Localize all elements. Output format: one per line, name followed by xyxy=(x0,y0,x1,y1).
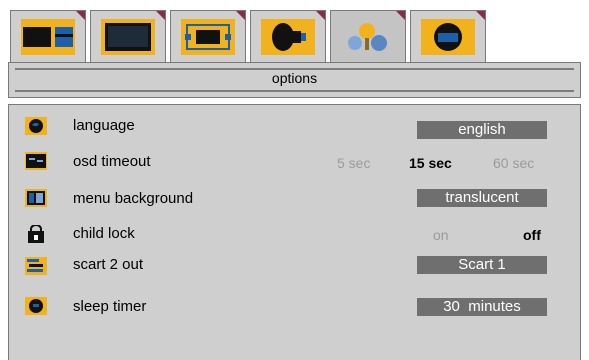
child-lock-label: child lock xyxy=(73,225,135,242)
title-divider-bottom xyxy=(15,90,574,92)
tab-sound[interactable] xyxy=(250,10,326,62)
menu-tab-bar xyxy=(0,0,589,62)
language-value[interactable]: english xyxy=(417,121,547,139)
picture-settings-icon xyxy=(21,19,75,55)
menu-background-icon xyxy=(25,189,47,207)
osd-timeout-option-5sec[interactable]: 5 sec xyxy=(337,155,370,171)
menu-background-value[interactable]: translucent xyxy=(417,189,547,207)
sleep-timer-label: sleep timer xyxy=(73,298,147,315)
language-label: language xyxy=(73,117,135,134)
tab-features[interactable] xyxy=(330,10,406,62)
osd-timeout-option-15sec[interactable]: 15 sec xyxy=(409,155,452,171)
options-icon xyxy=(421,19,475,55)
child-lock-option-on[interactable]: on xyxy=(433,227,449,243)
screen-icon xyxy=(101,19,155,55)
tab-corner-marker xyxy=(476,11,485,20)
picture-size-icon xyxy=(181,19,235,55)
tab-corner-marker xyxy=(396,11,405,20)
tab-options[interactable] xyxy=(410,10,486,62)
sleep-timer-value[interactable]: 30 minutes xyxy=(417,298,547,316)
tab-screen[interactable] xyxy=(90,10,166,62)
osd-timeout-label: osd timeout xyxy=(73,153,151,170)
tab-corner-marker xyxy=(156,11,165,20)
tab-corner-marker xyxy=(236,11,245,20)
lightbulb-icon xyxy=(341,19,395,55)
child-lock-option-off[interactable]: off xyxy=(523,227,541,243)
page-title: options xyxy=(271,70,318,86)
lock-icon xyxy=(25,224,47,243)
title-bar: options xyxy=(8,62,581,98)
scart-2-out-value[interactable]: Scart 1 xyxy=(417,256,547,274)
globe-icon xyxy=(25,117,47,135)
speaker-icon xyxy=(261,19,315,55)
tab-picture-settings[interactable] xyxy=(10,10,86,62)
tab-corner-marker xyxy=(76,11,85,20)
options-panel: language english osd timeout 5 sec 15 se… xyxy=(8,104,581,360)
scart-icon xyxy=(25,257,47,275)
tab-corner-marker xyxy=(316,11,325,20)
tab-picture-size[interactable] xyxy=(170,10,246,62)
osd-timeout-option-60sec[interactable]: 60 sec xyxy=(493,155,534,171)
clock-icon xyxy=(25,297,47,315)
menu-background-label: menu background xyxy=(73,190,194,207)
osd-timeout-icon xyxy=(25,152,47,170)
scart-2-out-label: scart 2 out xyxy=(73,256,144,273)
